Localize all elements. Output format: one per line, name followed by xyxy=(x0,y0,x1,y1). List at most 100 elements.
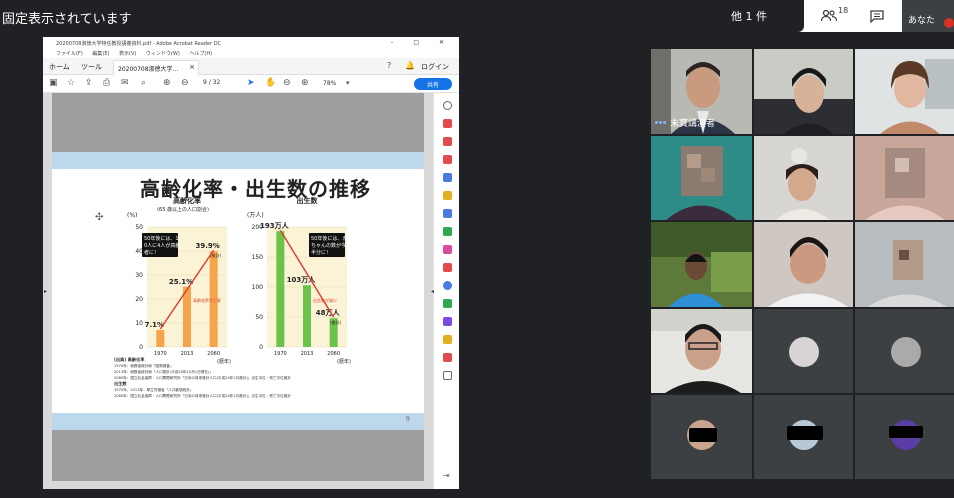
page-down-icon[interactable]: ⊖ xyxy=(181,78,189,88)
data-label: 39.9% xyxy=(196,242,220,250)
fill-sign-icon[interactable] xyxy=(443,245,452,254)
redact-icon[interactable] xyxy=(443,263,452,272)
help-icon[interactable]: ? xyxy=(387,61,391,70)
source-line: 2013年：総務省統計局「人口推計(平成25年10月1日現在)」 xyxy=(114,369,213,374)
participant-tile-6[interactable] xyxy=(855,136,954,220)
page-band-bottom: 9 xyxy=(52,413,424,430)
tab-home[interactable]: ホーム xyxy=(49,62,70,72)
participant-count: 18 xyxy=(838,6,849,15)
participant-tile-10[interactable] xyxy=(651,309,752,393)
y-tick-label: 0 xyxy=(259,344,263,351)
zoom-level[interactable]: 78% xyxy=(323,80,336,87)
participant-tile-5[interactable] xyxy=(754,136,853,220)
participant-tile-8[interactable] xyxy=(754,222,853,307)
participant-tile-speaker[interactable]: 末寶講演者 xyxy=(651,49,752,134)
y-tick-label: 20 xyxy=(135,296,143,303)
others-button[interactable]: 他 1 件 xyxy=(694,0,804,32)
participant-tile-7[interactable] xyxy=(651,222,752,307)
chart-title: 出生数 xyxy=(297,196,319,205)
y-tick-label: 150 xyxy=(252,254,264,261)
chat-icon xyxy=(870,9,884,23)
export-pdf-icon[interactable] xyxy=(443,119,452,128)
source-line: 1970年：総務省統計局「国勢調査」 xyxy=(114,363,173,368)
bar xyxy=(276,231,285,347)
cursor-tool-icon[interactable]: ➤ xyxy=(247,78,255,88)
chat-button[interactable] xyxy=(864,4,890,28)
customize-icon[interactable] xyxy=(443,371,452,380)
share-button[interactable]: 共有 xyxy=(414,78,452,90)
y-tick-label: 30 xyxy=(135,272,143,279)
edit-pdf-icon[interactable] xyxy=(443,155,452,164)
tab-document[interactable]: 20200708淑徳大学... × xyxy=(113,60,199,75)
page-total: / 32 xyxy=(208,79,221,86)
combine-files-icon[interactable] xyxy=(443,209,452,218)
speaker-name-tag: 末寶講演者 xyxy=(655,116,715,129)
y-tick-label: 50 xyxy=(135,224,143,231)
y-axis-label: (万人) xyxy=(247,212,264,219)
callout-text: 50年後には、1 xyxy=(144,235,179,242)
send-icon[interactable] xyxy=(443,335,452,344)
protect-icon[interactable] xyxy=(443,281,452,290)
upload-icon[interactable]: ⇪ xyxy=(85,78,93,88)
redaction-bar xyxy=(689,428,717,442)
share-label: 共有 xyxy=(426,81,439,89)
tab-tools[interactable]: ツール xyxy=(81,62,102,72)
bell-icon[interactable]: 🔔 xyxy=(405,61,415,70)
optimize-icon[interactable] xyxy=(443,299,452,308)
chart-subtitle: (65 歳以上の人口割合) xyxy=(157,206,209,213)
save-icon[interactable]: ▣ xyxy=(49,78,58,88)
participant-tile-11[interactable] xyxy=(754,309,853,393)
source-line: 2060年：国立社会保障・人口問題研究所「日本の将来推計人口(平成24年1月推計… xyxy=(114,393,291,398)
x-tick-label: 1970 xyxy=(154,351,167,357)
self-view-tile[interactable]: あなた xyxy=(902,0,954,32)
callout-text: 半分に！ xyxy=(311,249,331,256)
participant-tile-9[interactable] xyxy=(855,222,954,307)
login-button[interactable]: ログイン xyxy=(421,62,449,72)
left-panel-toggle-icon[interactable]: ▸ xyxy=(44,288,47,295)
zoom-in-icon[interactable]: ⊕ xyxy=(301,78,309,88)
participant-video xyxy=(651,309,752,393)
document-viewport[interactable]: ▸ ✣ 高齢化率・出生数の推移 高齢化率 (65 歳以上の人口割合) (%) 0 10 2… xyxy=(43,93,433,489)
zoom-dropdown-icon[interactable]: ▾ xyxy=(346,79,350,87)
x-axis-label: (暦年) xyxy=(337,358,351,365)
audio-indicator-icon xyxy=(655,120,667,125)
more-tools-icon[interactable] xyxy=(443,353,452,362)
zoom-out-icon[interactable]: ⊖ xyxy=(283,78,291,88)
participant-video xyxy=(855,49,954,134)
signature-icon[interactable] xyxy=(443,317,452,326)
hand-tool-icon[interactable]: ✋ xyxy=(265,78,276,88)
mail-icon[interactable]: ✉ xyxy=(121,78,129,88)
window-controls[interactable]: – □ ✕ xyxy=(390,39,453,46)
participant-tile-3[interactable] xyxy=(855,49,954,134)
zoom-search-icon[interactable]: ⌕ xyxy=(141,78,146,88)
bar xyxy=(156,329,165,347)
close-tab-icon[interactable]: × xyxy=(189,63,195,71)
organize-pages-icon[interactable] xyxy=(443,173,452,182)
create-pdf-icon[interactable] xyxy=(443,137,452,146)
participant-tile-14[interactable] xyxy=(754,395,853,479)
participant-tile-2[interactable] xyxy=(754,49,853,134)
page-input[interactable]: 9 xyxy=(203,79,207,86)
right-panel-toggle-icon[interactable]: ◂ xyxy=(431,288,434,295)
charts-area: 高齢化率(65 歳以上の人口割合)(%)0102030405019707.1%2… xyxy=(114,196,351,398)
participant-tile-4[interactable] xyxy=(651,136,752,220)
print-icon[interactable]: ⎙ xyxy=(103,78,110,88)
participant-tile-12[interactable] xyxy=(855,309,954,393)
pinned-banner-text: 固定表示されています xyxy=(2,12,132,27)
x-tick-label: 2060 xyxy=(207,351,220,357)
search-tool-icon[interactable] xyxy=(443,101,452,110)
expand-icon[interactable]: ⇥ xyxy=(443,471,452,480)
participant-video xyxy=(651,222,752,307)
menu-bar[interactable]: ファイル(F) 編集(E) 表示(V) ウィンドウ(W) ヘルプ(H) xyxy=(43,48,459,58)
participant-tile-15[interactable] xyxy=(855,395,954,479)
meet-top-controls: 他 1 件 18 あなた xyxy=(694,0,954,32)
compress-icon[interactable] xyxy=(443,227,452,236)
people-icon xyxy=(821,10,837,22)
tab-bar: ホーム ツール 20200708淑徳大学... × ? 🔔 ログイン xyxy=(43,58,459,75)
page-indicator[interactable]: 9 / 32 xyxy=(203,79,220,86)
page-up-icon[interactable]: ⊕ xyxy=(163,78,171,88)
comment-icon[interactable] xyxy=(443,191,452,200)
source-line: 1970年、2013年：厚生労働省「人口動態統計」 xyxy=(114,387,193,392)
star-icon[interactable]: ☆ xyxy=(67,78,75,88)
participant-tile-13[interactable] xyxy=(651,395,752,479)
